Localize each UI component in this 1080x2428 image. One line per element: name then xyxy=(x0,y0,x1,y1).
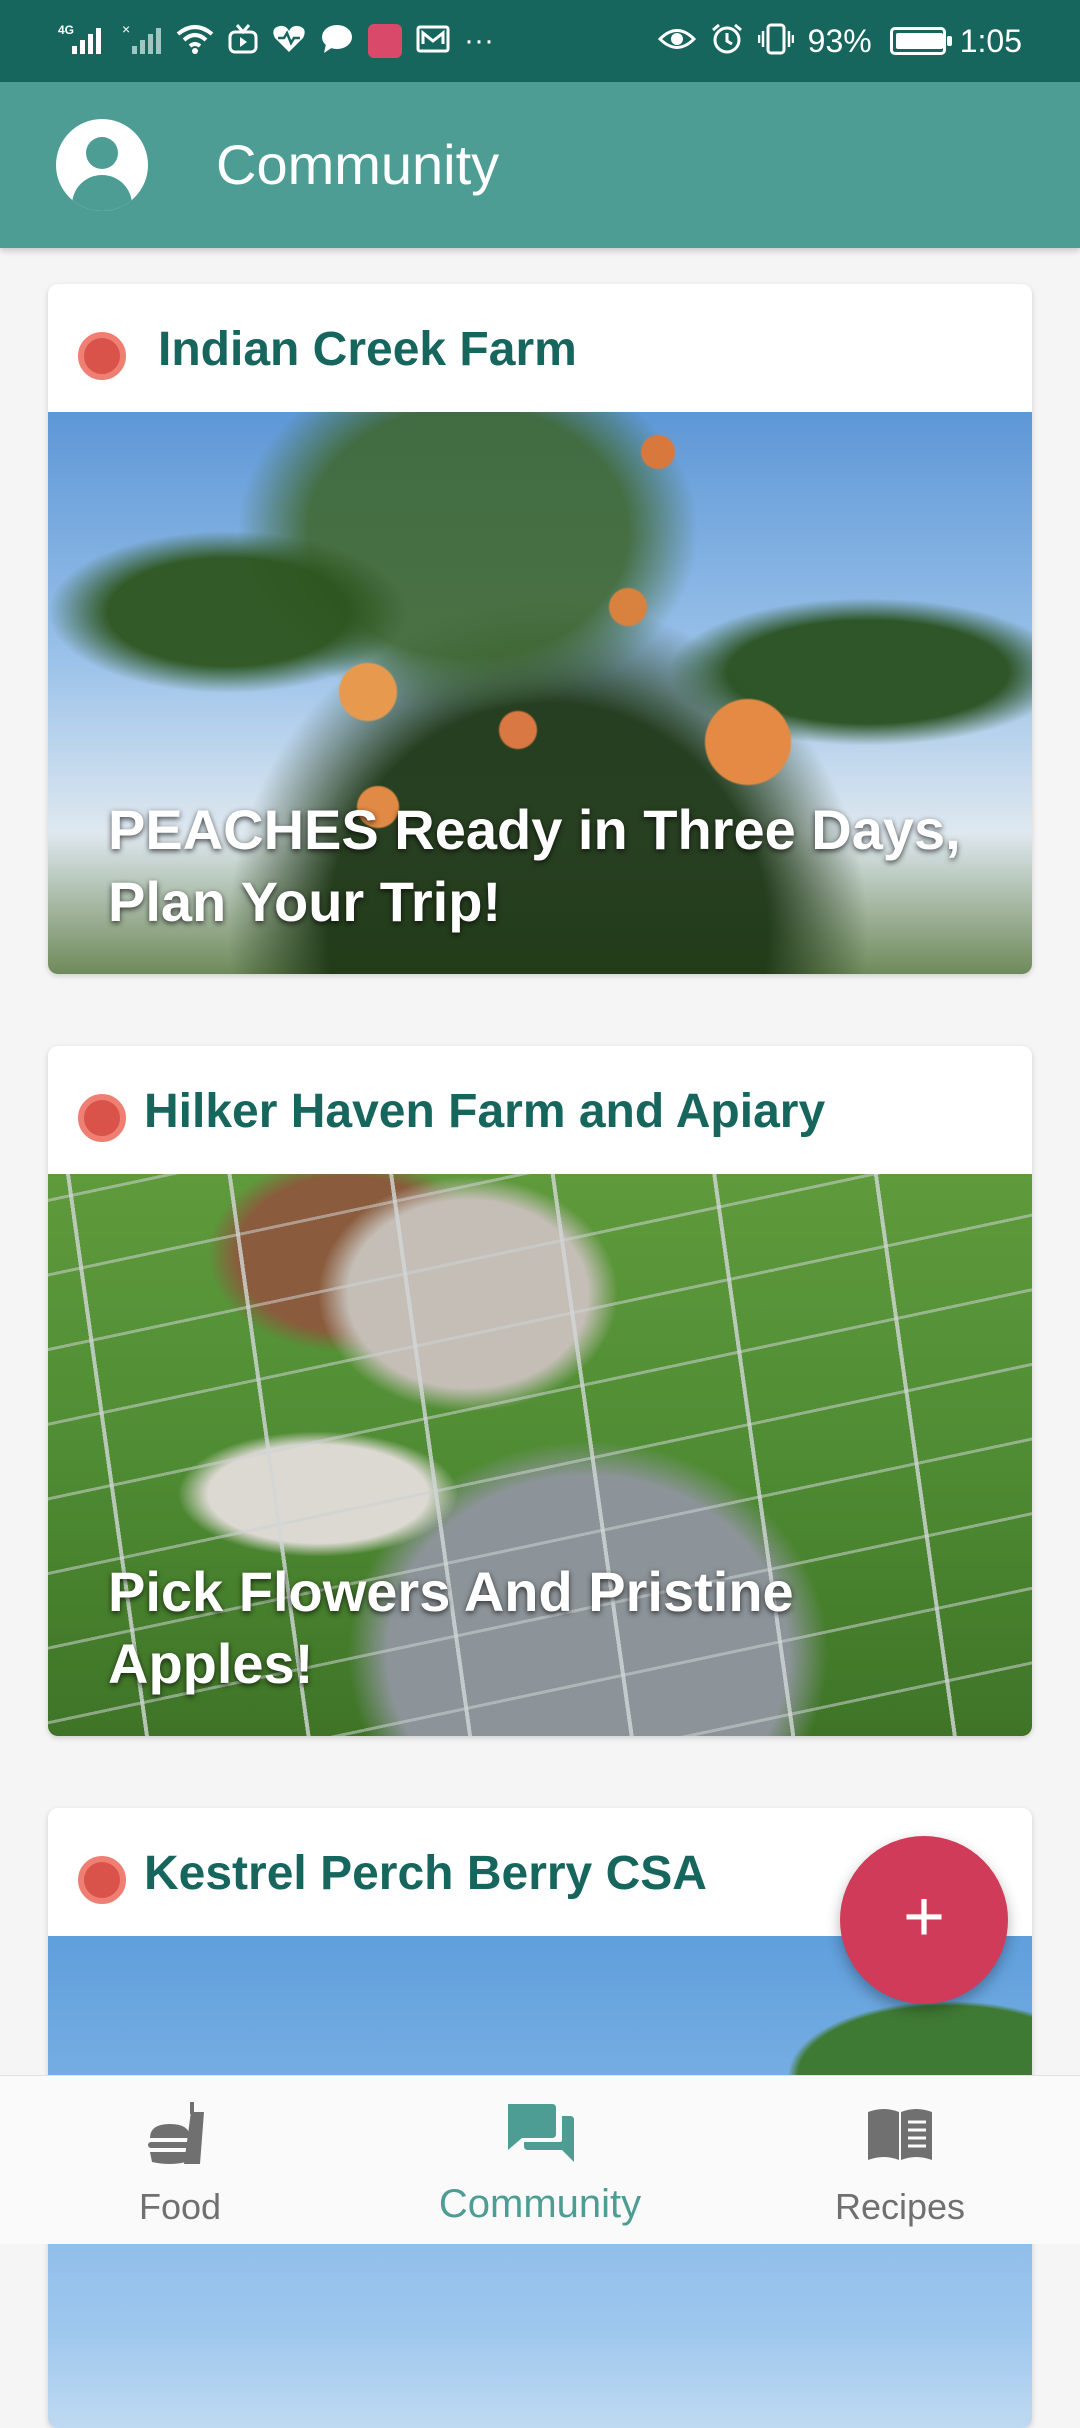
battery-level xyxy=(895,33,943,49)
nav-item-community[interactable]: Community xyxy=(360,2076,720,2244)
nav-label-community: Community xyxy=(438,2182,642,2226)
page-title: Community xyxy=(216,133,500,196)
status-bar-left: 4G × ··· xyxy=(58,21,494,61)
signal-icon: 4G xyxy=(58,22,108,61)
book-icon xyxy=(868,2109,932,2160)
farm-name[interactable]: Kestrel Perch Berry CSA xyxy=(144,1846,707,1901)
post-header: Hilker Haven Farm and Apiary xyxy=(48,1046,1032,1174)
account-circle-icon[interactable] xyxy=(56,119,148,211)
post-header: Indian Creek Farm xyxy=(48,284,1032,412)
chat-icon xyxy=(320,22,354,61)
more-icon: ··· xyxy=(464,24,494,57)
post-caption: PEACHES Ready in Three Days, Plan Your T… xyxy=(108,798,961,933)
nav-item-recipes[interactable]: Recipes xyxy=(720,2076,1080,2244)
peach-tree-photo[interactable]: PEACHES Ready in Three Days, Plan Your T… xyxy=(48,412,1032,974)
tv-icon xyxy=(228,22,258,61)
wifi-icon xyxy=(176,22,214,61)
farm-name[interactable]: Hilker Haven Farm and Apiary xyxy=(144,1084,825,1139)
status-bar: 4G × ··· 93% 1:05 xyxy=(0,0,1080,82)
post-caption: Pick Flowers And Pristine Apples! xyxy=(108,1560,794,1695)
post-card[interactable]: Indian Creek Farm PEACHES Ready in Three… xyxy=(48,284,1032,974)
vibrate-icon xyxy=(757,22,794,61)
status-dot-icon xyxy=(78,332,126,380)
huawei-app-icon xyxy=(368,24,402,58)
goats-fence-photo[interactable]: Pick Flowers And Pristine Apples! xyxy=(48,1174,1032,1736)
post-card[interactable]: Hilker Haven Farm and Apiary Pick Flower… xyxy=(48,1046,1032,1736)
add-icon: + xyxy=(902,1877,946,1957)
fastfood-icon xyxy=(148,2102,204,2164)
add-post-button[interactable]: + xyxy=(840,1836,1008,2004)
clock: 1:05 xyxy=(959,22,1022,59)
battery-icon xyxy=(889,27,952,55)
forum-icon xyxy=(508,2104,574,2162)
alarm-icon xyxy=(710,22,744,61)
bottom-navigation: Food Community Recipes xyxy=(0,2075,1080,2244)
nav-label-recipes: Recipes xyxy=(834,2186,966,2227)
nav-label-food: Food xyxy=(138,2186,222,2227)
avatar-head xyxy=(86,137,118,169)
nav-item-food[interactable]: Food xyxy=(0,2076,360,2244)
farm-name[interactable]: Indian Creek Farm xyxy=(158,322,577,377)
mail-icon xyxy=(416,24,450,59)
status-dot-icon xyxy=(78,1094,126,1142)
svg-text:×: × xyxy=(122,22,130,37)
app-bar: Community xyxy=(0,82,1080,248)
avatar-body xyxy=(72,175,132,211)
status-dot-icon xyxy=(78,1856,126,1904)
battery-percent: 93% xyxy=(807,22,872,59)
status-bar-right: 93% 1:05 xyxy=(657,22,1022,61)
eye-icon xyxy=(657,24,696,59)
signal-off-icon: × xyxy=(122,21,162,61)
health-icon xyxy=(272,22,306,61)
network-type: 4G xyxy=(58,23,74,37)
